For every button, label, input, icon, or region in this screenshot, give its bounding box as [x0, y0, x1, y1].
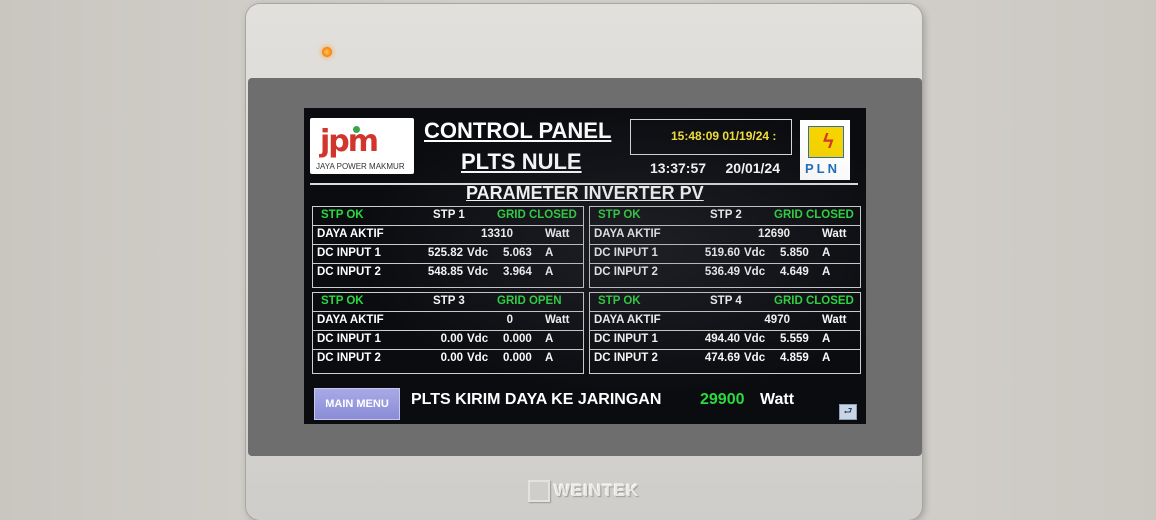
- pln-bolt-icon: ϟ: [808, 126, 844, 158]
- panel-row: DC INPUT 1 519.60 Vdc 5.850 A: [590, 245, 860, 264]
- dc1-voltage: 519.60: [704, 247, 740, 259]
- panel-row: DC INPUT 1 525.82 Vdc 5.063 A: [313, 245, 583, 264]
- amp-unit: A: [822, 333, 831, 345]
- pln-logo-text: PLN: [805, 161, 840, 176]
- amp-unit: A: [545, 247, 554, 259]
- vdc-unit: Vdc: [744, 352, 766, 364]
- panel-row: DC INPUT 2 536.49 Vdc 4.649 A: [590, 264, 860, 282]
- export-value: 29900: [700, 391, 745, 408]
- dc2-voltage: 474.69: [704, 352, 740, 364]
- daya-aktif-value: 13310: [481, 228, 513, 240]
- watt-unit: Watt: [545, 314, 570, 326]
- panel-row: DAYA AKTIF 13310 Watt: [313, 226, 583, 245]
- clock-top-text: 15:48:09 01/19/24 :: [671, 129, 777, 143]
- daya-aktif-value: 4970: [764, 314, 790, 326]
- dc2-current: 0.000: [503, 352, 532, 364]
- inverter-status: STP OK: [598, 295, 641, 307]
- amp-unit: A: [822, 266, 831, 278]
- amp-unit: A: [545, 352, 554, 364]
- company-name: JAYA POWER MAKMUR: [316, 162, 405, 171]
- power-led-icon: [322, 47, 332, 57]
- dc1-current: 5.850: [780, 247, 809, 259]
- dc1-current: 5.559: [780, 333, 809, 345]
- clock-display: 15:48:09 01/19/24 :: [630, 119, 792, 155]
- panel-row: DAYA AKTIF 0 Watt: [313, 312, 583, 331]
- device-brand: WEINTEK: [528, 480, 639, 502]
- inverter-name: STP 1: [433, 209, 465, 221]
- panel-row: DC INPUT 2 0.00 Vdc 0.000 A: [313, 350, 583, 368]
- dc1-voltage: 0.00: [440, 333, 463, 345]
- inverter-name: STP 2: [710, 209, 742, 221]
- inverter-panel-2: STP OK STP 2 GRID CLOSED DAYA AKTIF 12690 Wat…: [589, 206, 861, 288]
- inverter-status: STP OK: [321, 295, 364, 307]
- page-subtitle-site: PLTS NULE: [461, 149, 582, 174]
- weintek-logo-icon: [528, 480, 550, 502]
- panel-row: DC INPUT 1 494.40 Vdc 5.559 A: [590, 331, 860, 350]
- grid-status: GRID OPEN: [497, 295, 562, 307]
- vdc-unit: Vdc: [744, 333, 766, 345]
- vdc-unit: Vdc: [467, 352, 489, 364]
- inverter-name: STP 4: [710, 295, 742, 307]
- grid-status: GRID CLOSED: [774, 209, 854, 221]
- dc2-current: 4.859: [780, 352, 809, 364]
- return-arrow-icon[interactable]: ⮐: [839, 404, 857, 420]
- dc2-current: 3.964: [503, 266, 532, 278]
- amp-unit: A: [822, 247, 831, 259]
- dc1-voltage: 494.40: [704, 333, 740, 345]
- panel-row: DC INPUT 2 474.69 Vdc 4.859 A: [590, 350, 860, 368]
- amp-unit: A: [822, 352, 831, 364]
- dc1-current: 0.000: [503, 333, 532, 345]
- vdc-unit: Vdc: [467, 247, 489, 259]
- panel-row: STP OK STP 2 GRID CLOSED: [590, 207, 860, 226]
- vdc-unit: Vdc: [744, 266, 766, 278]
- watt-unit: Watt: [545, 228, 570, 240]
- export-unit: Watt: [760, 391, 795, 408]
- inverter-panel-3: STP OK STP 3 GRID OPEN DAYA AKTIF 0 Watt DC IN…: [312, 292, 584, 374]
- vdc-unit: Vdc: [744, 247, 766, 259]
- panel-row: STP OK STP 1 GRID CLOSED: [313, 207, 583, 226]
- page-title: CONTROL PANEL: [424, 118, 612, 143]
- export-label: PLTS KIRIM DAYA KE JARINGAN: [411, 391, 662, 408]
- panel-row: STP OK STP 4 GRID CLOSED: [590, 293, 860, 312]
- panel-row: DAYA AKTIF 4970 Watt: [590, 312, 860, 331]
- dc2-current: 4.649: [780, 266, 809, 278]
- watt-unit: Watt: [822, 228, 847, 240]
- dc1-current: 5.063: [503, 247, 532, 259]
- dc2-voltage: 548.85: [427, 266, 463, 278]
- datetime-readout: 13:37:57 20/01/24: [650, 160, 780, 176]
- daya-aktif-value: 12690: [758, 228, 790, 240]
- amp-unit: A: [545, 266, 554, 278]
- main-menu-button[interactable]: MAIN MENU: [314, 388, 400, 420]
- dc2-voltage: 0.00: [440, 352, 463, 364]
- section-title: PARAMETER INVERTER PV: [466, 183, 704, 203]
- panel-row: STP OK STP 3 GRID OPEN: [313, 293, 583, 312]
- daya-aktif-value: 0: [506, 314, 513, 326]
- vdc-unit: Vdc: [467, 333, 489, 345]
- grid-status: GRID CLOSED: [497, 209, 577, 221]
- amp-unit: A: [545, 333, 554, 345]
- inverter-name: STP 3: [433, 295, 465, 307]
- inverter-status: STP OK: [321, 209, 364, 221]
- jpm-logo-mark: jpm: [320, 124, 379, 159]
- pln-logo: ϟ PLN: [800, 120, 850, 180]
- brand-label: WEINTEK: [554, 481, 640, 500]
- grid-status: GRID CLOSED: [774, 295, 854, 307]
- hmi-screen: jpm JAYA POWER MAKMUR CONTROL PANEL PLTS…: [304, 108, 866, 424]
- jpm-logo-dot-icon: [353, 126, 360, 133]
- clock-time: 13:37:57: [650, 160, 707, 176]
- inverter-panel-4: STP OK STP 4 GRID CLOSED DAYA AKTIF 4970 Watt…: [589, 292, 861, 374]
- watt-unit: Watt: [822, 314, 847, 326]
- clock-date: 20/01/24: [725, 160, 781, 176]
- dc1-voltage: 525.82: [427, 247, 463, 259]
- panel-row: DAYA AKTIF 12690 Watt: [590, 226, 860, 245]
- panel-row: DC INPUT 2 548.85 Vdc 3.964 A: [313, 264, 583, 282]
- vdc-unit: Vdc: [467, 266, 489, 278]
- panel-row: DC INPUT 1 0.00 Vdc 0.000 A: [313, 331, 583, 350]
- inverter-status: STP OK: [598, 209, 641, 221]
- company-logo: jpm JAYA POWER MAKMUR: [310, 118, 414, 174]
- inverter-panel-1: STP OK STP 1 GRID CLOSED DAYA AKTIF 13310 Wat…: [312, 206, 584, 288]
- dc2-voltage: 536.49: [704, 266, 740, 278]
